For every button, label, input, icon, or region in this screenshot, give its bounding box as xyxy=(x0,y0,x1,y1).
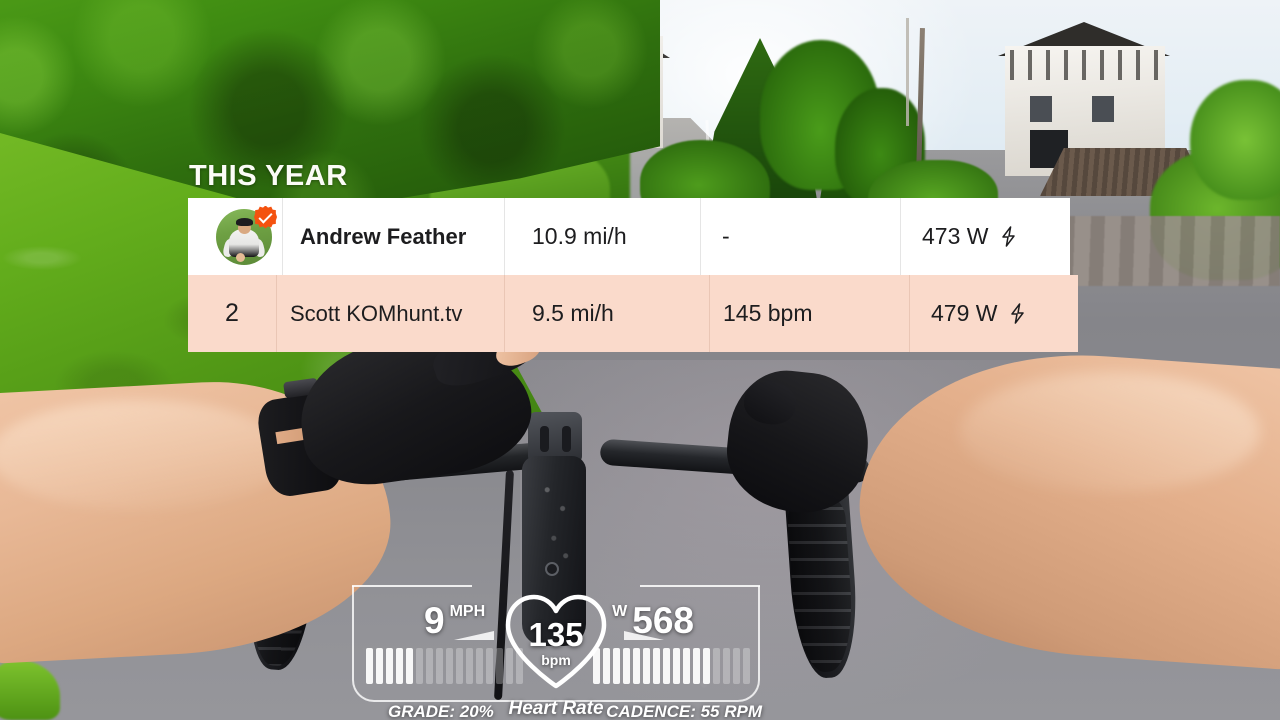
speed-value: 10.9 mi/h xyxy=(532,223,627,249)
gauge-segment xyxy=(396,648,403,684)
athlete-name: Andrew Feather xyxy=(300,223,467,249)
gauge-segment xyxy=(643,648,650,684)
gauge-segment xyxy=(426,648,433,684)
heart-rate-cell: 145 bpm xyxy=(709,275,909,352)
table-row[interactable]: Andrew Feather 10.9 mi/h - 473 W xyxy=(188,198,1070,275)
gauge-segment xyxy=(743,648,750,684)
house-window xyxy=(1030,96,1052,122)
gauge-segment xyxy=(436,648,443,684)
speed-cell: 9.5 mi/h xyxy=(504,275,709,352)
table-row[interactable]: 2 Scott KOMhunt.tv 9.5 mi/h 145 bpm 479 … xyxy=(188,275,1078,352)
speed-unit: MPH xyxy=(449,603,486,620)
gauge-segment xyxy=(653,648,660,684)
heart-rate-unit: bpm xyxy=(541,652,571,668)
power-cell: 479 W xyxy=(909,275,1078,352)
power-value: 568 xyxy=(632,600,694,641)
computer-mount-tab xyxy=(562,426,571,452)
house-window xyxy=(1092,96,1114,122)
hud-top-rule-right xyxy=(640,585,760,587)
gauge-segment xyxy=(733,648,740,684)
lightning-bolt-icon xyxy=(1010,303,1025,324)
cadence-readout: CADENCE: 55 RPM xyxy=(606,702,762,720)
gauge-segment xyxy=(683,648,690,684)
gauge-segment xyxy=(633,648,640,684)
telemetry-hud: 9 MPH W 568 135 bpm Heart Rate GRADE: 20… xyxy=(344,576,768,720)
heart-rate-value: - xyxy=(722,223,730,249)
gauge-segment xyxy=(366,648,373,684)
gauge-segment xyxy=(386,648,393,684)
rank-number: 2 xyxy=(225,299,239,327)
power-cell: 473 W xyxy=(900,198,1070,275)
gauge-segment xyxy=(703,648,710,684)
avatar xyxy=(216,205,277,265)
gauge-segment xyxy=(376,648,383,684)
cycling-pov-screenshot: THIS YEAR Andrew Feather 10.9 mi/h - 473… xyxy=(0,0,1280,720)
gauge-segment xyxy=(673,648,680,684)
speed-bar-gauge xyxy=(366,648,523,684)
gauge-segment xyxy=(416,648,423,684)
speed-cell: 10.9 mi/h xyxy=(504,198,700,275)
gauge-segment xyxy=(446,648,453,684)
heart-rate-value: 135 xyxy=(528,616,584,653)
gauge-segment xyxy=(663,648,670,684)
gauge-segment xyxy=(623,648,630,684)
rank-cell xyxy=(188,198,282,275)
lightning-bolt-icon xyxy=(1001,226,1016,247)
speed-value: 9.5 mi/h xyxy=(532,300,614,326)
grade-readout: GRADE: 20% xyxy=(388,702,494,720)
gauge-segment xyxy=(486,648,493,684)
gauge-segment xyxy=(613,648,620,684)
athlete-name-cell[interactable]: Andrew Feather xyxy=(282,198,504,275)
rank-cell: 2 xyxy=(188,275,276,352)
gauge-segment xyxy=(713,648,720,684)
gauge-segment xyxy=(723,648,730,684)
house-timber-trim xyxy=(1010,50,1160,80)
rider-left-arm-highlight xyxy=(0,400,290,510)
hud-top-rule-left xyxy=(352,585,472,587)
verified-badge-icon xyxy=(254,205,277,229)
heart-rate-value: 145 bpm xyxy=(723,300,813,326)
power-bar-gauge xyxy=(593,648,750,684)
gauge-segment xyxy=(693,648,700,684)
gauge-segment xyxy=(456,648,463,684)
speed-metric: 9 MPH xyxy=(424,602,485,639)
page-title: THIS YEAR xyxy=(189,160,348,192)
gauge-segment xyxy=(406,648,413,684)
heart-rate-label: Heart Rate xyxy=(508,698,604,719)
speed-value: 9 xyxy=(424,600,445,641)
stem-bolt xyxy=(545,562,559,576)
power-unit: W xyxy=(612,603,628,620)
rider-right-arm-highlight xyxy=(960,372,1260,492)
avatar-hand xyxy=(236,252,245,262)
antenna-pole xyxy=(906,18,909,126)
heart-rate-cell: - xyxy=(700,198,900,275)
leaderboard: Andrew Feather 10.9 mi/h - 473 W 2 Scott… xyxy=(188,198,1078,352)
athlete-name: Scott KOMhunt.tv xyxy=(290,300,463,326)
heart-rate-gauge: 135 bpm Heart Rate xyxy=(502,592,610,719)
athlete-name-cell[interactable]: Scott KOMhunt.tv xyxy=(276,275,504,352)
power-value: 479 W xyxy=(931,300,998,326)
power-value: 473 W xyxy=(922,223,989,249)
gauge-segment xyxy=(466,648,473,684)
computer-mount-tab xyxy=(540,426,549,452)
gauge-segment xyxy=(476,648,483,684)
avatar-cap xyxy=(236,217,253,226)
stone-wall xyxy=(1045,216,1280,286)
